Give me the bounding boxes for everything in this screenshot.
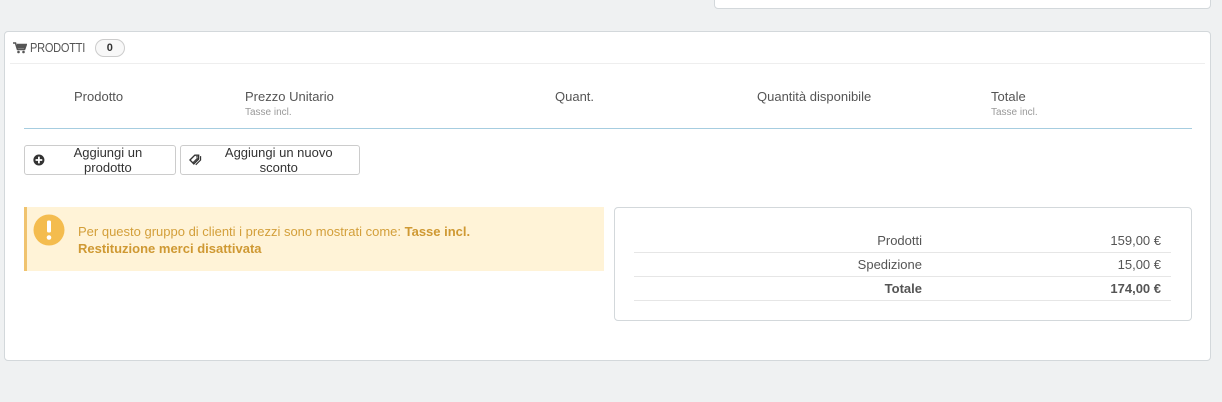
totals-row-grand-total: Totale 174,00 €: [634, 276, 1171, 301]
totals-label: Prodotti: [877, 233, 922, 248]
products-panel: PRODOTTI 0 Prodotto Prezzo Unitario Tass…: [4, 31, 1211, 361]
unit-price-tax-note: Tasse incl.: [245, 107, 292, 118]
alert-message: Per questo gruppo di clienti i prezzi so…: [78, 223, 470, 257]
order-totals-box: Prodotti 159,00 € Spedizione 15,00 € Tot…: [614, 207, 1192, 321]
total-tax-note: Tasse incl.: [991, 107, 1038, 118]
totals-label: Totale: [884, 281, 922, 296]
totals-value: 174,00 €: [1110, 281, 1161, 296]
panel-title: PRODOTTI: [30, 40, 86, 55]
column-header-quantity: Quant.: [555, 89, 595, 104]
totals-row-shipping: Spedizione 15,00 €: [634, 252, 1171, 277]
tags-icon: [189, 154, 202, 166]
tax-display-alert: Per questo gruppo di clienti i prezzi so…: [24, 207, 604, 271]
alert-tax-mode: Tasse incl.: [404, 224, 471, 239]
previous-panel-bottom: [714, 0, 1211, 9]
alert-text: Per questo gruppo di clienti i prezzi so…: [78, 224, 405, 239]
column-header-product: Prodotto: [74, 89, 124, 104]
product-count-badge: 0: [94, 38, 125, 57]
totals-row-products: Prodotti 159,00 €: [634, 228, 1171, 253]
add-product-label: Aggiungi un prodotto: [73, 145, 143, 175]
add-discount-label: Aggiungi un nuovo sconto: [224, 145, 333, 175]
totals-value: 15,00 €: [1117, 257, 1161, 272]
panel-heading: PRODOTTI 0: [10, 32, 1205, 64]
add-discount-button[interactable]: Aggiungi un nuovo sconto: [180, 145, 360, 175]
plus-circle-icon: [33, 154, 45, 166]
alert-returns-status: Restituzione merci disattivata: [78, 241, 262, 256]
column-header-available-quantity: Quantità disponibile: [757, 89, 872, 104]
warning-icon: [33, 214, 65, 249]
column-header-total: Totale: [991, 89, 1026, 104]
add-product-button[interactable]: Aggiungi un prodotto: [24, 145, 176, 175]
cart-icon: [13, 41, 28, 54]
table-header-divider: [24, 128, 1192, 129]
totals-label: Spedizione: [857, 257, 922, 272]
totals-value: 159,00 €: [1110, 233, 1161, 248]
column-header-unit-price: Prezzo Unitario: [245, 89, 334, 104]
